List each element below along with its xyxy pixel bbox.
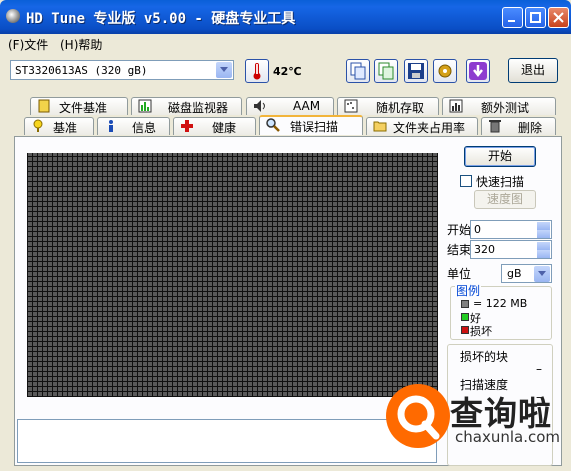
tab-folder-usage[interactable]: 文件夹占用率 <box>366 117 478 135</box>
legend-swatch-good <box>461 313 469 321</box>
hdtune-window: HD Tune 专业版 v5.00 - 硬盘专业工具 (F)文件 (H)帮助 S… <box>0 0 571 471</box>
minimize-button[interactable] <box>502 7 523 28</box>
download-button[interactable] <box>466 59 490 83</box>
maximize-icon <box>530 12 541 23</box>
temperature-value: 42℃ <box>273 65 302 78</box>
menu-bar: (F)文件 (H)帮助 <box>0 34 571 54</box>
health-cross-icon <box>181 120 193 132</box>
menu-file[interactable]: (F)文件 <box>8 36 48 53</box>
benchmark-icon <box>33 119 43 132</box>
tab-delete[interactable]: 删除 <box>481 117 556 135</box>
watermark-logo-icon <box>386 384 450 448</box>
legend-swatch-block <box>461 300 469 308</box>
tab-aam[interactable]: AAM <box>246 97 334 115</box>
info-icon <box>109 120 113 132</box>
thermometer-icon <box>253 63 261 80</box>
chevron-down-icon[interactable] <box>216 62 232 78</box>
quick-scan-label: 快速扫描 <box>476 175 525 189</box>
legend-damaged: 损坏 <box>470 325 492 338</box>
disk-monitor-icon <box>138 99 152 113</box>
extra-tests-icon <box>449 99 463 113</box>
copy-screenshot-button[interactable] <box>374 59 398 83</box>
tab-extra-tests[interactable]: 额外测试 <box>442 97 556 115</box>
exit-button[interactable]: 退出 <box>508 58 558 83</box>
maximize-button[interactable] <box>525 7 546 28</box>
start-label: 开始 <box>447 223 472 237</box>
speaker-icon <box>254 100 265 112</box>
start-spinbox-value: 0 <box>474 223 481 236</box>
title-bar[interactable]: HD Tune 专业版 v5.00 - 硬盘专业工具 <box>0 0 571 34</box>
chevron-down-icon[interactable] <box>534 266 550 282</box>
legend-block-size: = 122 MB <box>473 297 528 310</box>
gear-icon <box>438 64 452 78</box>
speed-map-button[interactable]: 速度图 <box>474 190 536 209</box>
end-label: 结束 <box>447 243 472 257</box>
save-button[interactable] <box>404 59 428 83</box>
random-access-icon <box>344 99 358 113</box>
floppy-icon <box>408 63 424 79</box>
start-scan-button[interactable]: 开始 <box>464 146 536 167</box>
drive-select-value: ST3320613AS (320 gB) <box>15 64 148 77</box>
copy-icon <box>350 62 366 80</box>
trash-icon <box>489 120 501 133</box>
folder-icon <box>373 121 387 132</box>
legend-swatch-damaged <box>461 326 469 334</box>
unit-label: 单位 <box>447 267 472 281</box>
file-benchmark-icon <box>38 99 50 113</box>
tab-health[interactable]: 健康 <box>173 117 256 135</box>
tab-file-benchmark[interactable]: 文件基准 <box>30 97 128 115</box>
unit-select-value: gB <box>507 267 522 280</box>
quick-scan-checkbox[interactable] <box>460 175 472 187</box>
tab-error-scan[interactable]: 错误扫描 <box>259 115 363 135</box>
drive-select[interactable]: ST3320613AS (320 gB) <box>10 60 234 80</box>
tab-disk-monitor[interactable]: 磁盘监视器 <box>131 97 242 115</box>
copy-text-button[interactable] <box>346 59 370 83</box>
close-icon <box>553 12 564 23</box>
scan-log-box[interactable] <box>17 419 437 463</box>
spin-down-icon[interactable] <box>537 230 550 238</box>
tab-random-access[interactable]: 随机存取 <box>337 97 439 115</box>
unit-select[interactable]: gB <box>501 264 552 283</box>
damaged-blocks-value: – <box>536 362 542 376</box>
close-button[interactable] <box>548 7 569 28</box>
tab-benchmark[interactable]: 基准 <box>24 117 94 135</box>
spin-up-icon[interactable] <box>537 222 550 230</box>
temperature-button[interactable] <box>245 59 269 83</box>
menu-help[interactable]: (H)帮助 <box>60 36 102 53</box>
app-icon <box>6 9 20 23</box>
options-button[interactable] <box>433 59 457 83</box>
sector-block-grid <box>27 153 438 397</box>
magnifier-icon <box>266 118 280 132</box>
spin-up-icon[interactable] <box>537 242 550 250</box>
watermark-url: chaxunla.com <box>455 428 560 446</box>
window-title: HD Tune 专业版 v5.00 - 硬盘专业工具 <box>26 11 296 27</box>
minimize-icon <box>508 20 515 22</box>
end-spinbox-value: 320 <box>474 243 495 256</box>
tab-info[interactable]: 信息 <box>97 117 170 135</box>
spin-down-icon[interactable] <box>537 250 550 258</box>
start-spinbox[interactable]: 0 <box>470 220 552 239</box>
copy-screenshot-icon <box>378 62 394 80</box>
end-spinbox[interactable]: 320 <box>470 240 552 259</box>
download-arrow-icon <box>469 62 487 80</box>
damaged-blocks-label: 损坏的块 <box>460 350 509 364</box>
